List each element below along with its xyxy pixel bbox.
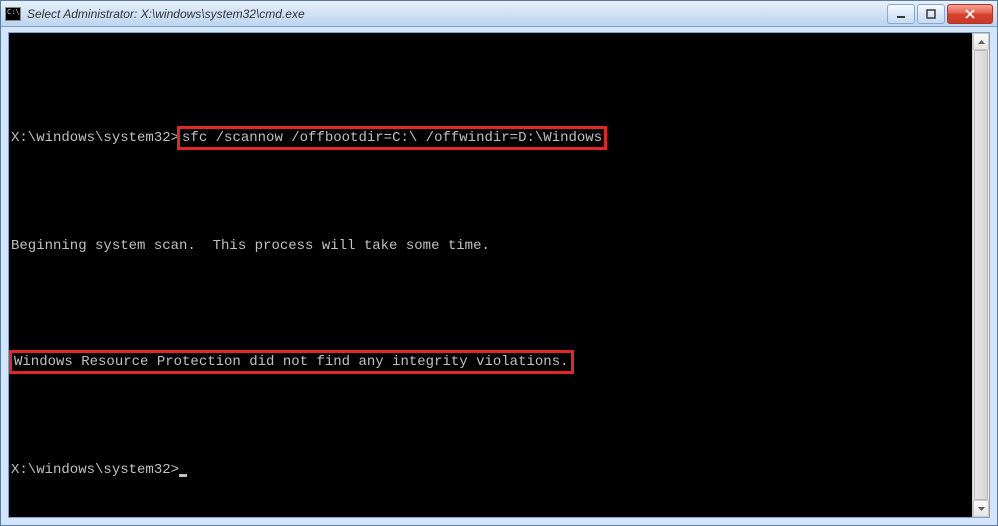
scroll-thumb[interactable] [974,50,988,500]
window-controls [887,4,993,24]
highlight-result: Windows Resource Protection did not find… [9,350,574,374]
close-button[interactable] [947,4,993,24]
console-output[interactable]: X:\windows\system32>sfc /scannow /offboo… [9,33,972,517]
vertical-scrollbar[interactable] [972,33,989,517]
cmd-icon: C:\ [5,7,21,21]
maximize-icon [926,9,936,19]
close-icon [964,9,976,19]
minimize-button[interactable] [887,4,915,24]
cmd-window: C:\ Select Administrator: X:\windows\sys… [1,1,997,525]
prompt: X:\windows\system32> [11,462,179,478]
scroll-track[interactable] [973,50,989,500]
scroll-down-button[interactable] [973,500,989,517]
client-frame: X:\windows\system32>sfc /scannow /offboo… [1,27,997,525]
chevron-down-icon [978,507,985,511]
prompt: X:\windows\system32> [11,130,179,146]
chevron-up-icon [978,40,985,44]
minimize-icon [896,9,906,19]
highlight-command: sfc /scannow /offbootdir=C:\ /offwindir=… [177,126,607,150]
maximize-button[interactable] [917,4,945,24]
scroll-up-button[interactable] [973,33,989,50]
output-scan: Beginning system scan. This process will… [11,237,970,255]
window-title: Select Administrator: X:\windows\system3… [27,7,887,21]
console-wrapper: X:\windows\system32>sfc /scannow /offboo… [8,32,990,518]
titlebar[interactable]: C:\ Select Administrator: X:\windows\sys… [1,1,997,27]
cursor [179,474,187,477]
